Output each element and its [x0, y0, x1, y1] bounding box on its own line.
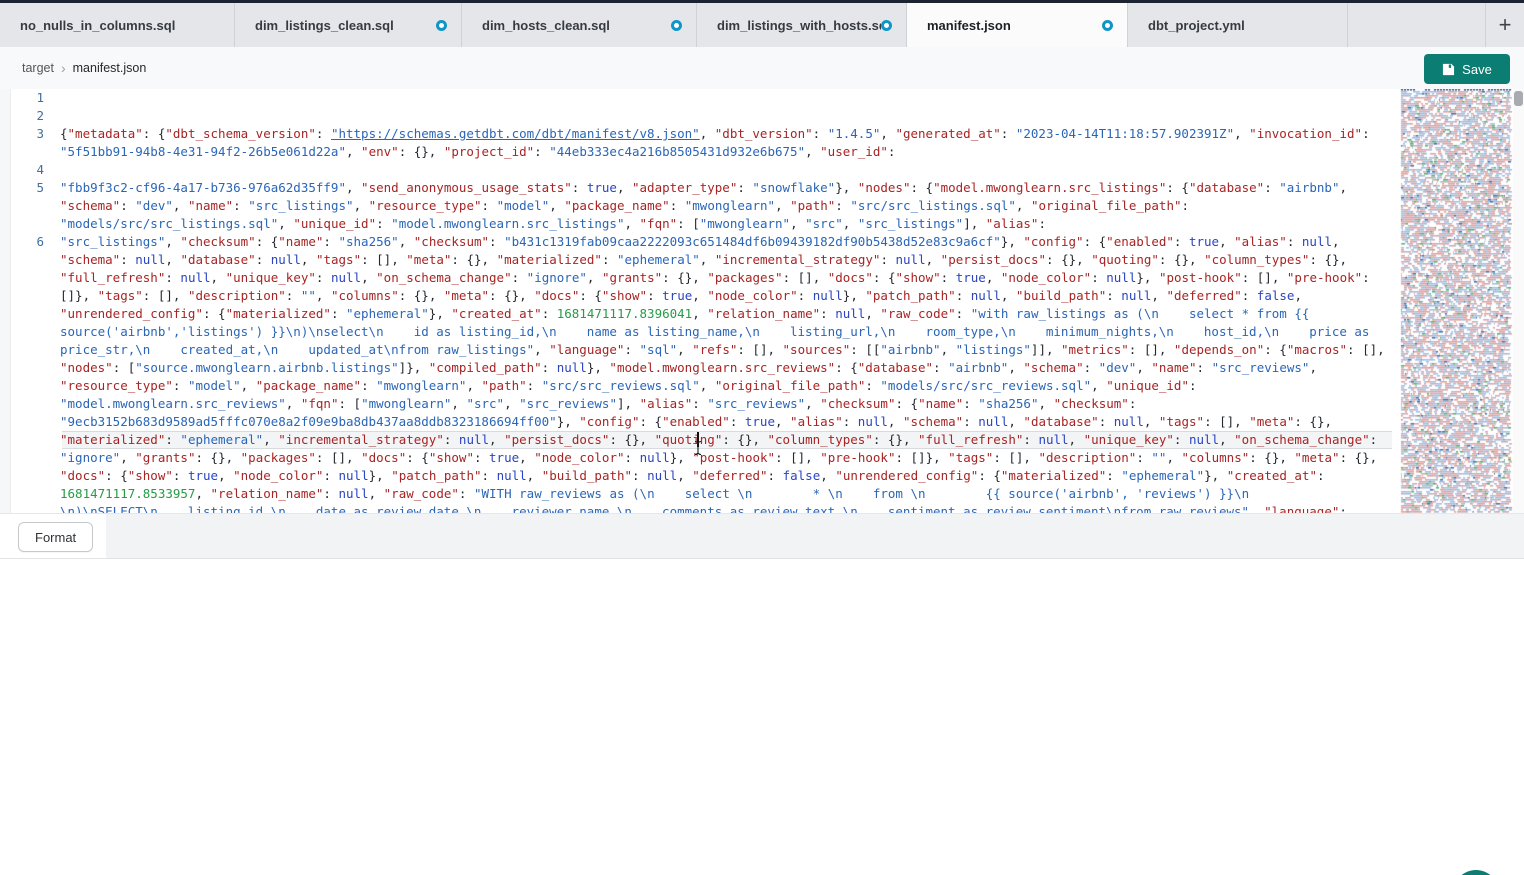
tab-bar: no_nulls_in_columns.sql dim_listings_clea…: [0, 3, 1524, 47]
code-line-3[interactable]: 3{"metadata": {"dbt_schema_version": "ht…: [10, 125, 1398, 161]
unsaved-changes-icon[interactable]: [436, 20, 447, 31]
breadcrumb-folder: target: [22, 61, 54, 75]
format-bar: Format: [0, 513, 1524, 559]
floppy-disk-icon: [1442, 63, 1455, 76]
line-number: 6: [10, 233, 60, 513]
format-button[interactable]: Format: [18, 522, 93, 552]
minimap[interactable]: [1400, 89, 1513, 513]
line-number: 2: [10, 107, 60, 125]
code-line-2[interactable]: 2: [10, 107, 1398, 125]
tab-no_nulls_in_columns.sql[interactable]: no_nulls_in_columns.sql: [0, 3, 235, 47]
code-text: "src_listings", "checksum": {"name": "sh…: [60, 233, 1390, 513]
unsaved-changes-icon[interactable]: [881, 20, 892, 31]
line-number: 1: [10, 89, 60, 107]
ibeam-cursor-icon: [693, 440, 703, 456]
code-text: [60, 107, 1390, 125]
ide-window: no_nulls_in_columns.sql dim_listings_clea…: [0, 0, 1524, 875]
bottom-empty-pane: [0, 559, 1524, 875]
code-line-6[interactable]: 6"src_listings", "checksum": {"name": "s…: [10, 233, 1398, 513]
code-text: {"metadata": {"dbt_schema_version": "htt…: [60, 125, 1390, 161]
tab-label: manifest.json: [927, 18, 1011, 33]
code-text: [60, 89, 1390, 107]
unsaved-changes-icon[interactable]: [671, 20, 682, 31]
tab-label: dim_listings_with_hosts.sql: [717, 18, 881, 33]
editor-scrollbar[interactable]: [1513, 89, 1524, 513]
unsaved-changes-icon[interactable]: [1102, 20, 1113, 31]
tab-label: no_nulls_in_columns.sql: [20, 18, 175, 33]
code-text: "fbb9f3c2-cf96-4a17-b736-976a62d35ff9", …: [60, 179, 1390, 233]
code-line-5[interactable]: 5"fbb9f3c2-cf96-4a17-b736-976a62d35ff9",…: [10, 179, 1398, 233]
tab-dim_hosts_clean.sql[interactable]: dim_hosts_clean.sql: [462, 3, 697, 47]
editor-lines: 123{"metadata": {"dbt_schema_version": "…: [10, 89, 1398, 513]
code-line-1[interactable]: 1: [10, 89, 1398, 107]
tab-manifest.json[interactable]: manifest.json: [907, 3, 1128, 47]
tab-label: dbt_project.yml: [1148, 18, 1245, 33]
plus-icon: +: [1499, 12, 1512, 38]
tab-dim_listings_clean.sql[interactable]: dim_listings_clean.sql: [235, 3, 462, 47]
scrollbar-thumb[interactable]: [1514, 91, 1523, 106]
line-number: 4: [10, 161, 60, 179]
code-text: [60, 161, 1390, 179]
code-line-4[interactable]: 4: [10, 161, 1398, 179]
line-number: 5: [10, 179, 60, 233]
tab-bar-filler: [1348, 3, 1486, 47]
tab-dbt_project.yml[interactable]: dbt_project.yml: [1128, 3, 1348, 47]
save-button[interactable]: Save: [1424, 54, 1510, 84]
tab-label: dim_hosts_clean.sql: [482, 18, 610, 33]
breadcrumb-file: manifest.json: [73, 61, 147, 75]
tab-dim_listings_with_hosts.sql[interactable]: dim_listings_with_hosts.sql: [697, 3, 907, 47]
chevron-right-icon: ›: [61, 60, 66, 76]
breadcrumb-bar: target › manifest.json Save: [0, 47, 1524, 89]
new-tab-button[interactable]: +: [1486, 3, 1524, 47]
save-button-label: Save: [1462, 62, 1492, 77]
line-number: 3: [10, 125, 60, 161]
tab-label: dim_listings_clean.sql: [255, 18, 394, 33]
code-editor[interactable]: 123{"metadata": {"dbt_schema_version": "…: [0, 89, 1524, 513]
